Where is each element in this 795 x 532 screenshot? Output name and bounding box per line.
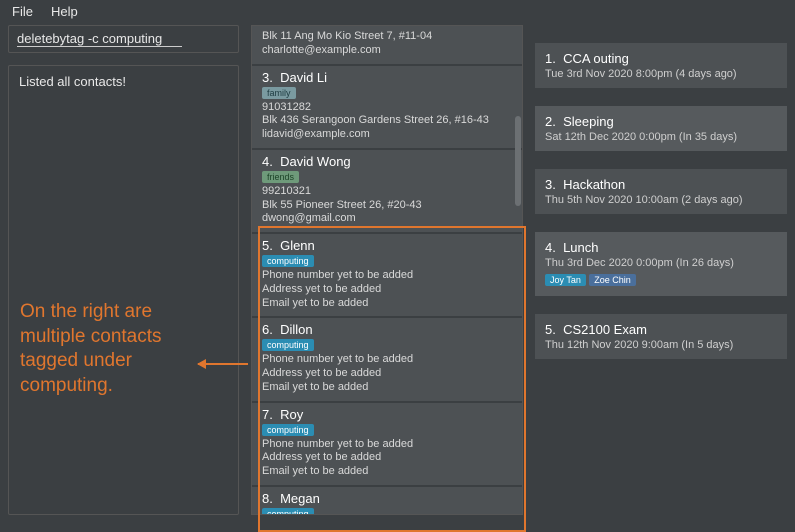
contact-detail: Blk 55 Pioneer Street 26, #20-43: [262, 199, 512, 213]
contact-detail: Email yet to be added: [262, 465, 512, 479]
event-card[interactable]: 3. Hackathon Thu 5th Nov 2020 10:00am (2…: [535, 169, 787, 214]
contact-name: 7. Roy: [262, 407, 512, 422]
tag-family: family: [262, 87, 296, 99]
contact-detail: 91031282: [262, 101, 512, 115]
result-box: Listed all contacts!: [8, 65, 239, 515]
contact-name: 5. Glenn: [262, 238, 512, 253]
event-title: 3. Hackathon: [545, 177, 777, 192]
contact-detail: Phone number yet to be added: [262, 353, 512, 367]
event-subtitle: Thu 5th Nov 2020 10:00am (2 days ago): [545, 194, 777, 206]
contact-card[interactable]: 8. Megan computing Phone number yet to b…: [252, 485, 522, 515]
contact-detail: Address yet to be added: [262, 283, 512, 297]
tag-computing: computing: [262, 508, 314, 515]
contact-detail: Email yet to be added: [262, 381, 512, 395]
event-title: 2. Sleeping: [545, 114, 777, 129]
menu-help[interactable]: Help: [51, 4, 78, 19]
event-subtitle: Thu 3rd Dec 2020 0:00pm (In 26 days): [545, 257, 777, 269]
result-text: Listed all contacts!: [19, 74, 228, 89]
contact-detail: Phone number yet to be added: [262, 269, 512, 283]
event-subtitle: Sat 12th Dec 2020 0:00pm (In 35 days): [545, 131, 777, 143]
events-list[interactable]: 1. CCA outing Tue 3rd Nov 2020 8:00pm (4…: [535, 25, 787, 515]
command-box: [8, 25, 239, 53]
tag-computing: computing: [262, 255, 314, 267]
contact-detail: Email yet to be added: [262, 297, 512, 311]
event-title: 1. CCA outing: [545, 51, 777, 66]
contact-name: 8. Megan: [262, 491, 512, 506]
annotation-arrow-icon: [198, 363, 248, 365]
event-card[interactable]: 4. Lunch Thu 3rd Dec 2020 0:00pm (In 26 …: [535, 232, 787, 296]
menubar: File Help: [0, 0, 795, 25]
menu-file[interactable]: File: [12, 4, 33, 19]
scrollbar-thumb[interactable]: [515, 116, 521, 206]
contact-card[interactable]: 4. David Wong friends 99210321 Blk 55 Pi…: [252, 148, 522, 232]
contact-card[interactable]: 7. Roy computing Phone number yet to be …: [252, 401, 522, 485]
event-card[interactable]: 1. CCA outing Tue 3rd Nov 2020 8:00pm (4…: [535, 43, 787, 88]
command-input[interactable]: [17, 31, 182, 47]
event-card[interactable]: 5. CS2100 Exam Thu 12th Nov 2020 9:00am …: [535, 314, 787, 359]
contact-card[interactable]: 6. Dillon computing Phone number yet to …: [252, 316, 522, 400]
contact-detail: 99210321: [262, 185, 512, 199]
contact-name: 4. David Wong: [262, 154, 512, 169]
contacts-list[interactable]: Blk 11 Ang Mo Kio Street 7, #11-04 charl…: [251, 25, 523, 515]
left-panel: Listed all contacts!: [0, 25, 247, 515]
tag-computing: computing: [262, 339, 314, 351]
contact-name: 6. Dillon: [262, 322, 512, 337]
tag-person: Joy Tan: [545, 274, 586, 286]
event-subtitle: Tue 3rd Nov 2020 8:00pm (4 days ago): [545, 68, 777, 80]
contact-detail: lidavid@example.com: [262, 128, 512, 142]
contact-detail: Address yet to be added: [262, 367, 512, 381]
contact-card[interactable]: 5. Glenn computing Phone number yet to b…: [252, 232, 522, 316]
contacts-panel: Blk 11 Ang Mo Kio Street 7, #11-04 charl…: [247, 25, 527, 515]
event-card[interactable]: 2. Sleeping Sat 12th Dec 2020 0:00pm (In…: [535, 106, 787, 151]
events-panel: 1. CCA outing Tue 3rd Nov 2020 8:00pm (4…: [527, 25, 795, 515]
contact-name: 3. David Li: [262, 70, 512, 85]
tag-computing: computing: [262, 424, 314, 436]
event-subtitle: Thu 12th Nov 2020 9:00am (In 5 days): [545, 339, 777, 351]
event-title: 5. CS2100 Exam: [545, 322, 777, 337]
contact-detail: dwong@gmail.com: [262, 212, 512, 226]
contact-card[interactable]: Blk 11 Ang Mo Kio Street 7, #11-04 charl…: [252, 26, 522, 64]
tag-person: Zoe Chin: [589, 274, 636, 286]
tag-friends: friends: [262, 171, 299, 183]
annotation-text: On the right are multiple contacts tagge…: [20, 300, 200, 399]
contact-detail: charlotte@example.com: [262, 44, 512, 58]
contact-detail: Blk 11 Ang Mo Kio Street 7, #11-04: [262, 30, 512, 44]
contact-detail: Blk 436 Serangoon Gardens Street 26, #16…: [262, 114, 512, 128]
event-title: 4. Lunch: [545, 240, 777, 255]
contact-detail: Address yet to be added: [262, 451, 512, 465]
contact-card[interactable]: 3. David Li family 91031282 Blk 436 Sera…: [252, 64, 522, 148]
contact-detail: Phone number yet to be added: [262, 438, 512, 452]
